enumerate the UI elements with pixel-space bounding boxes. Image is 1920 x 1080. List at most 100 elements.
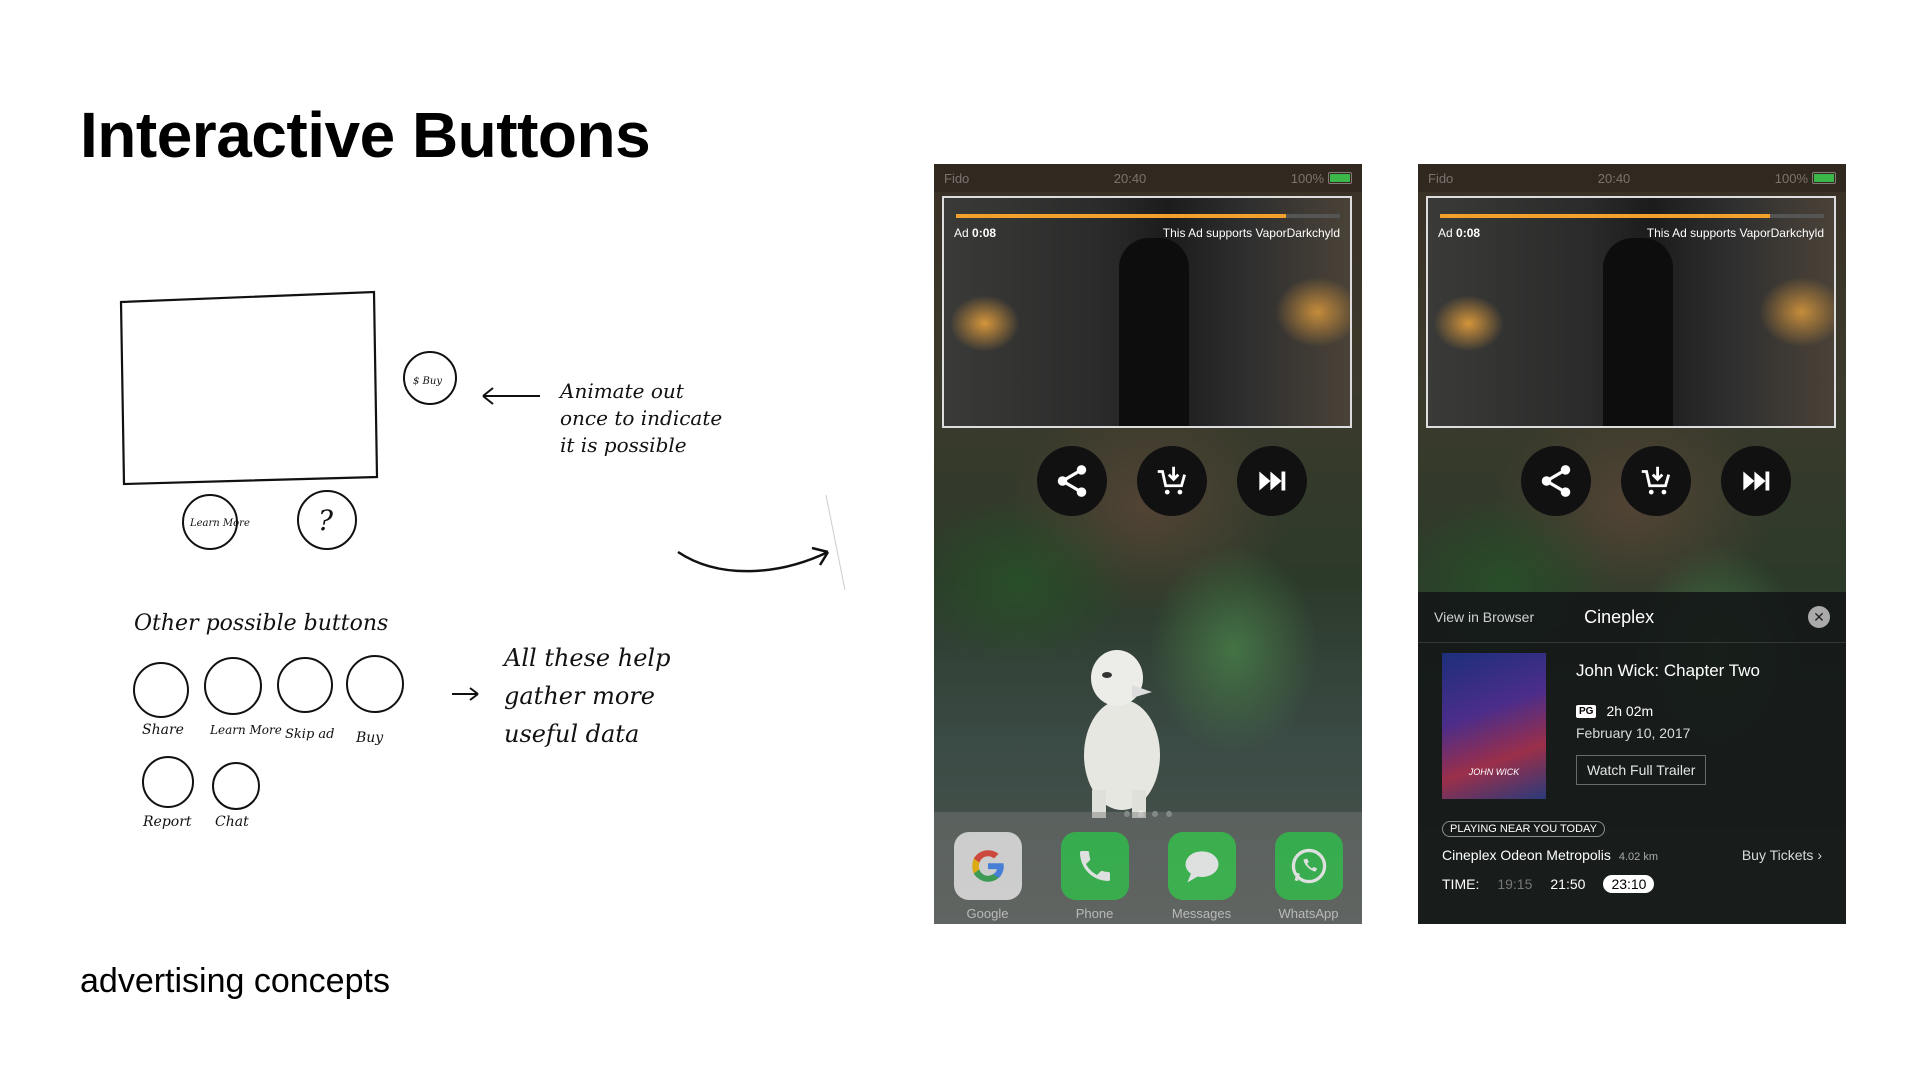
phone-expanded-mockup: Fido 20:40 100% Ad 0:08 This Ad supports… [1418, 164, 1846, 924]
ad-support-text: This Ad supports VaporDarkchyld [1162, 226, 1340, 240]
sketch-learn-label: Learn More [189, 518, 250, 529]
skip-forward-icon [1259, 471, 1286, 491]
cart-download-icon [1157, 466, 1187, 495]
ad-video-2[interactable]: Ad 0:08 This Ad supports VaporDarkchyld [1426, 196, 1836, 428]
ad-support-text-2: This Ad supports VaporDarkchyld [1646, 226, 1824, 240]
skip-button[interactable] [1237, 446, 1307, 516]
phone-icon [1060, 832, 1129, 900]
ad-progress-fill [956, 214, 1287, 218]
app-label-whatsapp: WhatsApp [1278, 906, 1339, 921]
sketch-btn-label-0: Share [142, 722, 184, 738]
buy-button-2[interactable] [1621, 446, 1691, 516]
watch-trailer-button[interactable]: Watch Full Trailer [1576, 755, 1707, 785]
movie-card: JOHN WICK John Wick: Chapter Two PG 2h 0… [1418, 643, 1846, 809]
movie-title: John Wick: Chapter Two [1576, 661, 1760, 680]
ad-progress-fill [1440, 214, 1771, 218]
sketch-buy-circle [403, 351, 457, 405]
close-button[interactable]: ✕ [1808, 606, 1830, 628]
battery-percent-2: 100% [1774, 170, 1808, 186]
theater-name: Cineplex Odeon Metropolis [1442, 847, 1611, 863]
sketch-note-3: it is possible [560, 433, 687, 457]
sketch-btn-buy [346, 655, 404, 713]
app-label-google: Google [966, 906, 1009, 921]
sketch-btn-skip [277, 657, 333, 713]
ad-label: Ad [954, 226, 969, 240]
sketch-btn-chat [212, 762, 260, 810]
theater-distance: 4.02 km [1618, 851, 1659, 863]
battery-percent: 100% [1290, 170, 1324, 186]
clock-2: 20:40 [1597, 170, 1631, 186]
share-button[interactable] [1037, 446, 1107, 516]
playing-near-badge: PLAYING NEAR YOU TODAY [1442, 821, 1605, 837]
sketch-arrow-left [482, 387, 540, 405]
movie-duration: 2h 02m [1606, 703, 1654, 719]
ad-progress-bar [956, 214, 1340, 218]
whatsapp-icon [1274, 832, 1343, 900]
dog-photo [1084, 650, 1160, 818]
sketch-arrow-right [452, 687, 479, 701]
phone-home-mockup: Fido 20:40 100% Ad 0:08 This Ad supports… [934, 164, 1362, 924]
skip-forward-icon [1743, 471, 1770, 491]
status-bar-2: Fido 20:40 100% [1418, 164, 1846, 192]
movie-info: John Wick: Chapter Two PG 2h 02m Februar… [1576, 653, 1760, 799]
view-in-browser-link[interactable]: View in Browser [1434, 609, 1534, 625]
ad-countdown-2: 0:08 [1456, 226, 1481, 240]
sketch-help-3: useful data [504, 720, 639, 748]
sketch-note-2: once to indicate [560, 406, 722, 430]
ad-progress-bar-2 [1440, 214, 1824, 218]
app-whatsapp[interactable]: WhatsApp [1273, 832, 1345, 921]
sketch-btn-report [142, 756, 194, 808]
share-icon [1057, 465, 1087, 497]
poster-title: JOHN WICK [1468, 767, 1520, 777]
battery-icon [1328, 172, 1352, 184]
slide-subtitle: advertising concepts [80, 962, 390, 1000]
sketch-btn-label-2: Skip ad [285, 727, 334, 742]
sketch-arrow-curve [677, 546, 830, 573]
showtimes-row: TIME: 19:15 21:50 23:10 [1418, 863, 1846, 893]
slide-title: Interactive Buttons [80, 99, 651, 171]
sketch-buy-label: $ Buy [413, 376, 442, 387]
skip-button-2[interactable] [1721, 446, 1791, 516]
app-phone[interactable]: Phone [1059, 832, 1131, 921]
ad-action-buttons [934, 446, 1362, 516]
sketch-btn-label-4: Report [142, 814, 192, 830]
sketch-learn-circle [182, 494, 238, 550]
ad-video-figure [1119, 238, 1189, 426]
movie-poster[interactable]: JOHN WICK [1442, 653, 1546, 799]
sketch-question-label: ? [318, 504, 334, 537]
app-label-phone: Phone [1075, 906, 1114, 921]
google-icon [953, 832, 1022, 900]
sketch-btn-share [133, 662, 189, 718]
sketch-note-1: Animate out [558, 379, 685, 403]
share-button-2[interactable] [1521, 446, 1591, 516]
app-label-messages: Messages [1171, 906, 1232, 921]
status-bar: Fido 20:40 100% [934, 164, 1362, 192]
showtime-1[interactable]: 19:15 [1497, 876, 1532, 892]
clock: 20:40 [1113, 170, 1147, 186]
brand-name: Cineplex [1584, 606, 1655, 627]
app-messages[interactable]: Messages [1166, 832, 1238, 921]
buy-button[interactable] [1137, 446, 1207, 516]
panel-header: View in Browser Cineplex ✕ [1418, 592, 1846, 643]
dock: Google Phone Messages WhatsApp [934, 812, 1362, 924]
ad-video[interactable]: Ad 0:08 This Ad supports VaporDarkchyld [942, 196, 1352, 428]
app-google[interactable]: Google [952, 832, 1024, 921]
carrier: Fido [944, 170, 970, 186]
sketch-btn-label-5: Chat [215, 814, 249, 830]
ad-label-2: Ad [1438, 226, 1453, 240]
showtime-2[interactable]: 21:50 [1550, 876, 1585, 892]
sketch-video-box [119, 290, 379, 486]
ad-countdown: 0:08 [972, 226, 997, 240]
battery-icon [1812, 172, 1836, 184]
showtime-3[interactable]: 23:10 [1603, 875, 1655, 893]
cart-download-icon [1641, 466, 1671, 495]
time-label: TIME: [1442, 876, 1480, 892]
cineplex-panel: View in Browser Cineplex ✕ JOHN WICK Joh… [1418, 592, 1846, 924]
sketch-btn-label-1: Learn More [209, 723, 282, 737]
rating-badge: PG [1576, 704, 1597, 718]
close-icon: ✕ [1813, 608, 1825, 625]
sketch-question-circle [297, 490, 357, 550]
buy-tickets-link[interactable]: Buy Tickets › [1742, 847, 1822, 863]
ad-video-figure-2 [1603, 238, 1673, 426]
ad-action-buttons-2 [1418, 446, 1846, 516]
